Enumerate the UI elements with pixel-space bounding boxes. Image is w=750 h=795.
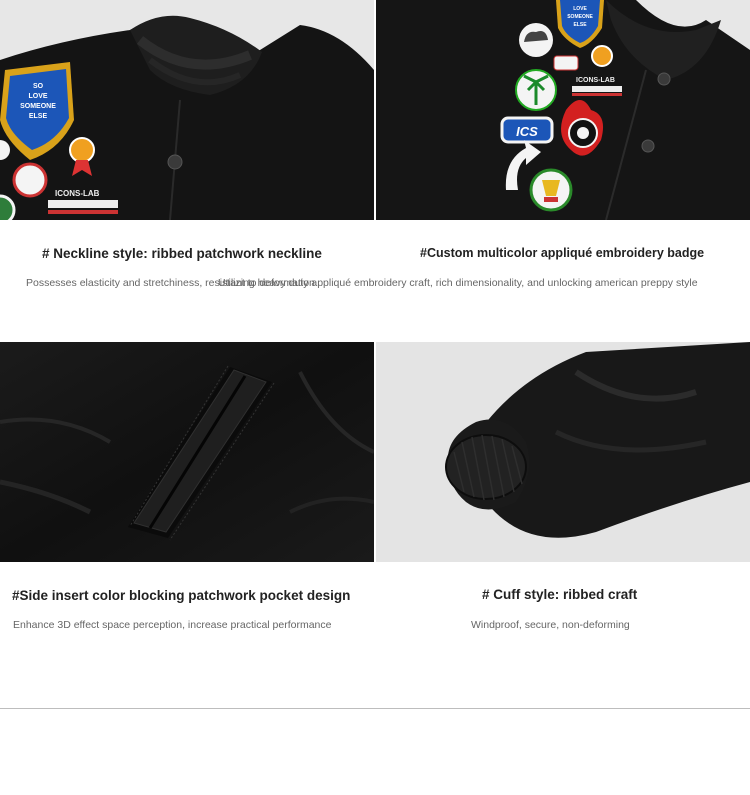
panel-subtitle-cuff: Windproof, secure, non-deforming bbox=[471, 619, 630, 631]
panel-title-badge: #Custom multicolor appliqué embroidery b… bbox=[420, 246, 705, 260]
svg-text:ICONS-LAB: ICONS-LAB bbox=[55, 189, 100, 198]
svg-text:SOMEONE: SOMEONE bbox=[567, 14, 593, 20]
svg-text:ELSE: ELSE bbox=[573, 22, 587, 28]
panel-title-cuff: # Cuff style: ribbed craft bbox=[482, 587, 638, 602]
svg-text:ICS: ICS bbox=[516, 124, 538, 139]
panel-title-neckline: # Neckline style: ribbed patchwork neckl… bbox=[42, 246, 322, 261]
neckline-photo: SO LOVE SOMEONE ELSE ICONS-LAB bbox=[0, 0, 374, 220]
svg-text:SO: SO bbox=[33, 83, 44, 90]
section-divider bbox=[0, 708, 750, 709]
svg-text:LOVE: LOVE bbox=[28, 93, 47, 100]
panel-subtitle-pocket: Enhance 3D effect space perception, incr… bbox=[13, 619, 332, 631]
panel-subtitle-badge: Utilizing heavy duty appliqué embroidery… bbox=[218, 277, 698, 289]
svg-text:ICONS-LAB: ICONS-LAB bbox=[576, 77, 615, 84]
panel-title-pocket: #Side insert color blocking patchwork po… bbox=[12, 588, 351, 603]
svg-text:ELSE: ELSE bbox=[29, 113, 48, 120]
pocket-photo bbox=[0, 342, 374, 562]
cuff-photo bbox=[376, 342, 750, 562]
svg-text:SOMEONE: SOMEONE bbox=[20, 103, 56, 110]
svg-text:LOVE: LOVE bbox=[573, 6, 587, 12]
badge-photo: LOVE SOMEONE ELSE ICONS-LAB ICS bbox=[376, 0, 750, 220]
